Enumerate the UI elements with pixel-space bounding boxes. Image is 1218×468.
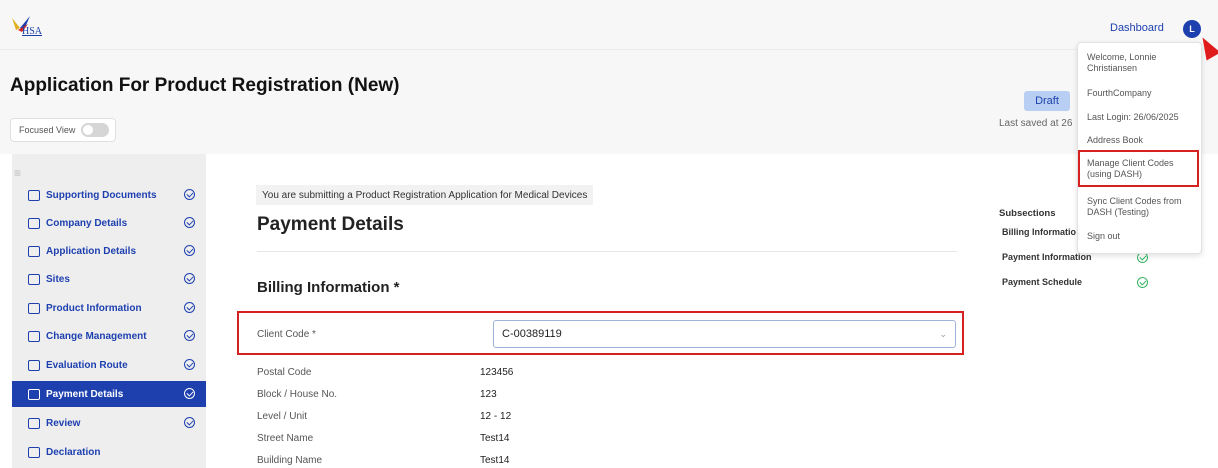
building-icon xyxy=(28,217,40,229)
subsection-link[interactable]: Payment Schedule xyxy=(1002,277,1082,287)
menu-icon[interactable]: ≡ xyxy=(14,166,21,180)
menu-address-book[interactable]: Address Book xyxy=(1087,135,1197,146)
client-code-label: Client Code * xyxy=(257,329,316,340)
sidebar-item-label: Product Information xyxy=(46,302,142,314)
check-circle-icon xyxy=(184,273,195,284)
field-label: Postal Code xyxy=(257,367,312,378)
check-circle-icon xyxy=(184,330,195,341)
section-heading: Payment Details xyxy=(257,214,404,235)
menu-sync-client-codes[interactable]: Sync Client Codes from DASH (Testing) xyxy=(1087,196,1197,218)
field-value: Test14 xyxy=(480,433,510,444)
sidebar-item[interactable]: Declaration xyxy=(12,439,206,465)
sidebar-item-label: Application Details xyxy=(46,245,137,257)
subsection-link[interactable]: Billing Informatio xyxy=(1002,227,1076,237)
status-badge: Draft xyxy=(1024,91,1070,111)
toggle-switch[interactable] xyxy=(81,123,110,137)
sidebar-item[interactable]: Supporting Documents xyxy=(12,182,206,208)
top-bar xyxy=(0,0,1218,50)
dashboard-link[interactable]: Dashboard xyxy=(1110,22,1164,34)
client-code-value: C-00389119 xyxy=(502,328,562,340)
field-label: Level / Unit xyxy=(257,411,308,422)
field-label: Block / House No. xyxy=(257,389,338,400)
sites-icon xyxy=(28,273,40,285)
sidebar-item-label: Company Details xyxy=(46,217,128,229)
client-code-select[interactable]: C-00389119 ⌄ xyxy=(493,320,956,348)
field-label: Street Name xyxy=(257,433,314,444)
focused-view-toggle[interactable]: Focused View xyxy=(10,118,117,142)
field-value: 123 xyxy=(480,389,497,400)
submission-banner: You are submitting a Product Registratio… xyxy=(256,185,594,205)
page-title: Application For Product Registration (Ne… xyxy=(10,75,400,96)
sidebar-item[interactable]: Payment Details xyxy=(12,381,206,407)
subsections-title: Subsections xyxy=(999,208,1056,219)
box-icon xyxy=(28,302,40,314)
last-saved-text: Last saved at 26 xyxy=(999,118,1073,129)
field-value: 123456 xyxy=(480,367,514,378)
divider xyxy=(257,251,957,252)
sidebar-item-label: Review xyxy=(46,417,81,429)
menu-last-login: Last Login: 26/06/2025 xyxy=(1087,112,1179,122)
check-circle-icon xyxy=(184,359,195,370)
sidebar-item[interactable]: Sites xyxy=(12,266,206,292)
menu-sign-out[interactable]: Sign out xyxy=(1087,231,1197,242)
menu-company[interactable]: FourthCompany xyxy=(1087,88,1197,99)
avatar[interactable]: L xyxy=(1183,20,1201,38)
sidebar-item[interactable]: Review xyxy=(12,410,206,436)
menu-welcome: Welcome, Lonnie Christiansen xyxy=(1087,52,1157,73)
sidebar-item-label: Evaluation Route xyxy=(46,359,128,371)
sidebar-item[interactable]: Application Details xyxy=(12,238,206,264)
sidebar-item-label: Supporting Documents xyxy=(46,189,157,201)
sidebar-item-label: Payment Details xyxy=(46,388,124,400)
sidebar-item[interactable]: Company Details xyxy=(12,210,206,236)
folder-icon xyxy=(28,189,40,201)
check-circle-icon xyxy=(184,245,195,256)
check-circle-icon xyxy=(184,217,195,228)
edit-icon xyxy=(28,330,40,342)
sidebar-item-label: Sites xyxy=(46,273,70,285)
check-circle-icon xyxy=(28,359,40,371)
sidebar-item[interactable]: Change Management xyxy=(12,323,206,349)
card-icon xyxy=(28,388,40,400)
check-circle-icon xyxy=(184,189,195,200)
manage-client-codes-highlight xyxy=(1078,150,1199,187)
field-value: 12 - 12 xyxy=(480,411,512,422)
sidebar-item-label: Declaration xyxy=(46,446,101,458)
check-circle-icon xyxy=(184,417,195,428)
sidebar-item[interactable]: Product Information xyxy=(12,295,206,321)
check-circle-icon xyxy=(184,302,195,313)
field-label: Building Name xyxy=(257,455,323,466)
sidebar-item[interactable]: Evaluation Route xyxy=(12,352,206,378)
sidebar-item-label: Change Management xyxy=(46,330,147,342)
logo-text[interactable]: HSA xyxy=(22,26,42,37)
check-circle-icon xyxy=(1137,277,1148,288)
documents-icon xyxy=(28,245,40,257)
review-icon xyxy=(28,417,40,429)
chevron-down-icon[interactable]: ⌄ xyxy=(939,329,947,340)
focused-view-label: Focused View xyxy=(19,125,76,135)
declaration-icon xyxy=(28,446,40,458)
field-value: Test14 xyxy=(480,455,510,466)
check-circle-icon xyxy=(184,388,195,399)
billing-section-title: Billing Information * xyxy=(257,279,400,296)
